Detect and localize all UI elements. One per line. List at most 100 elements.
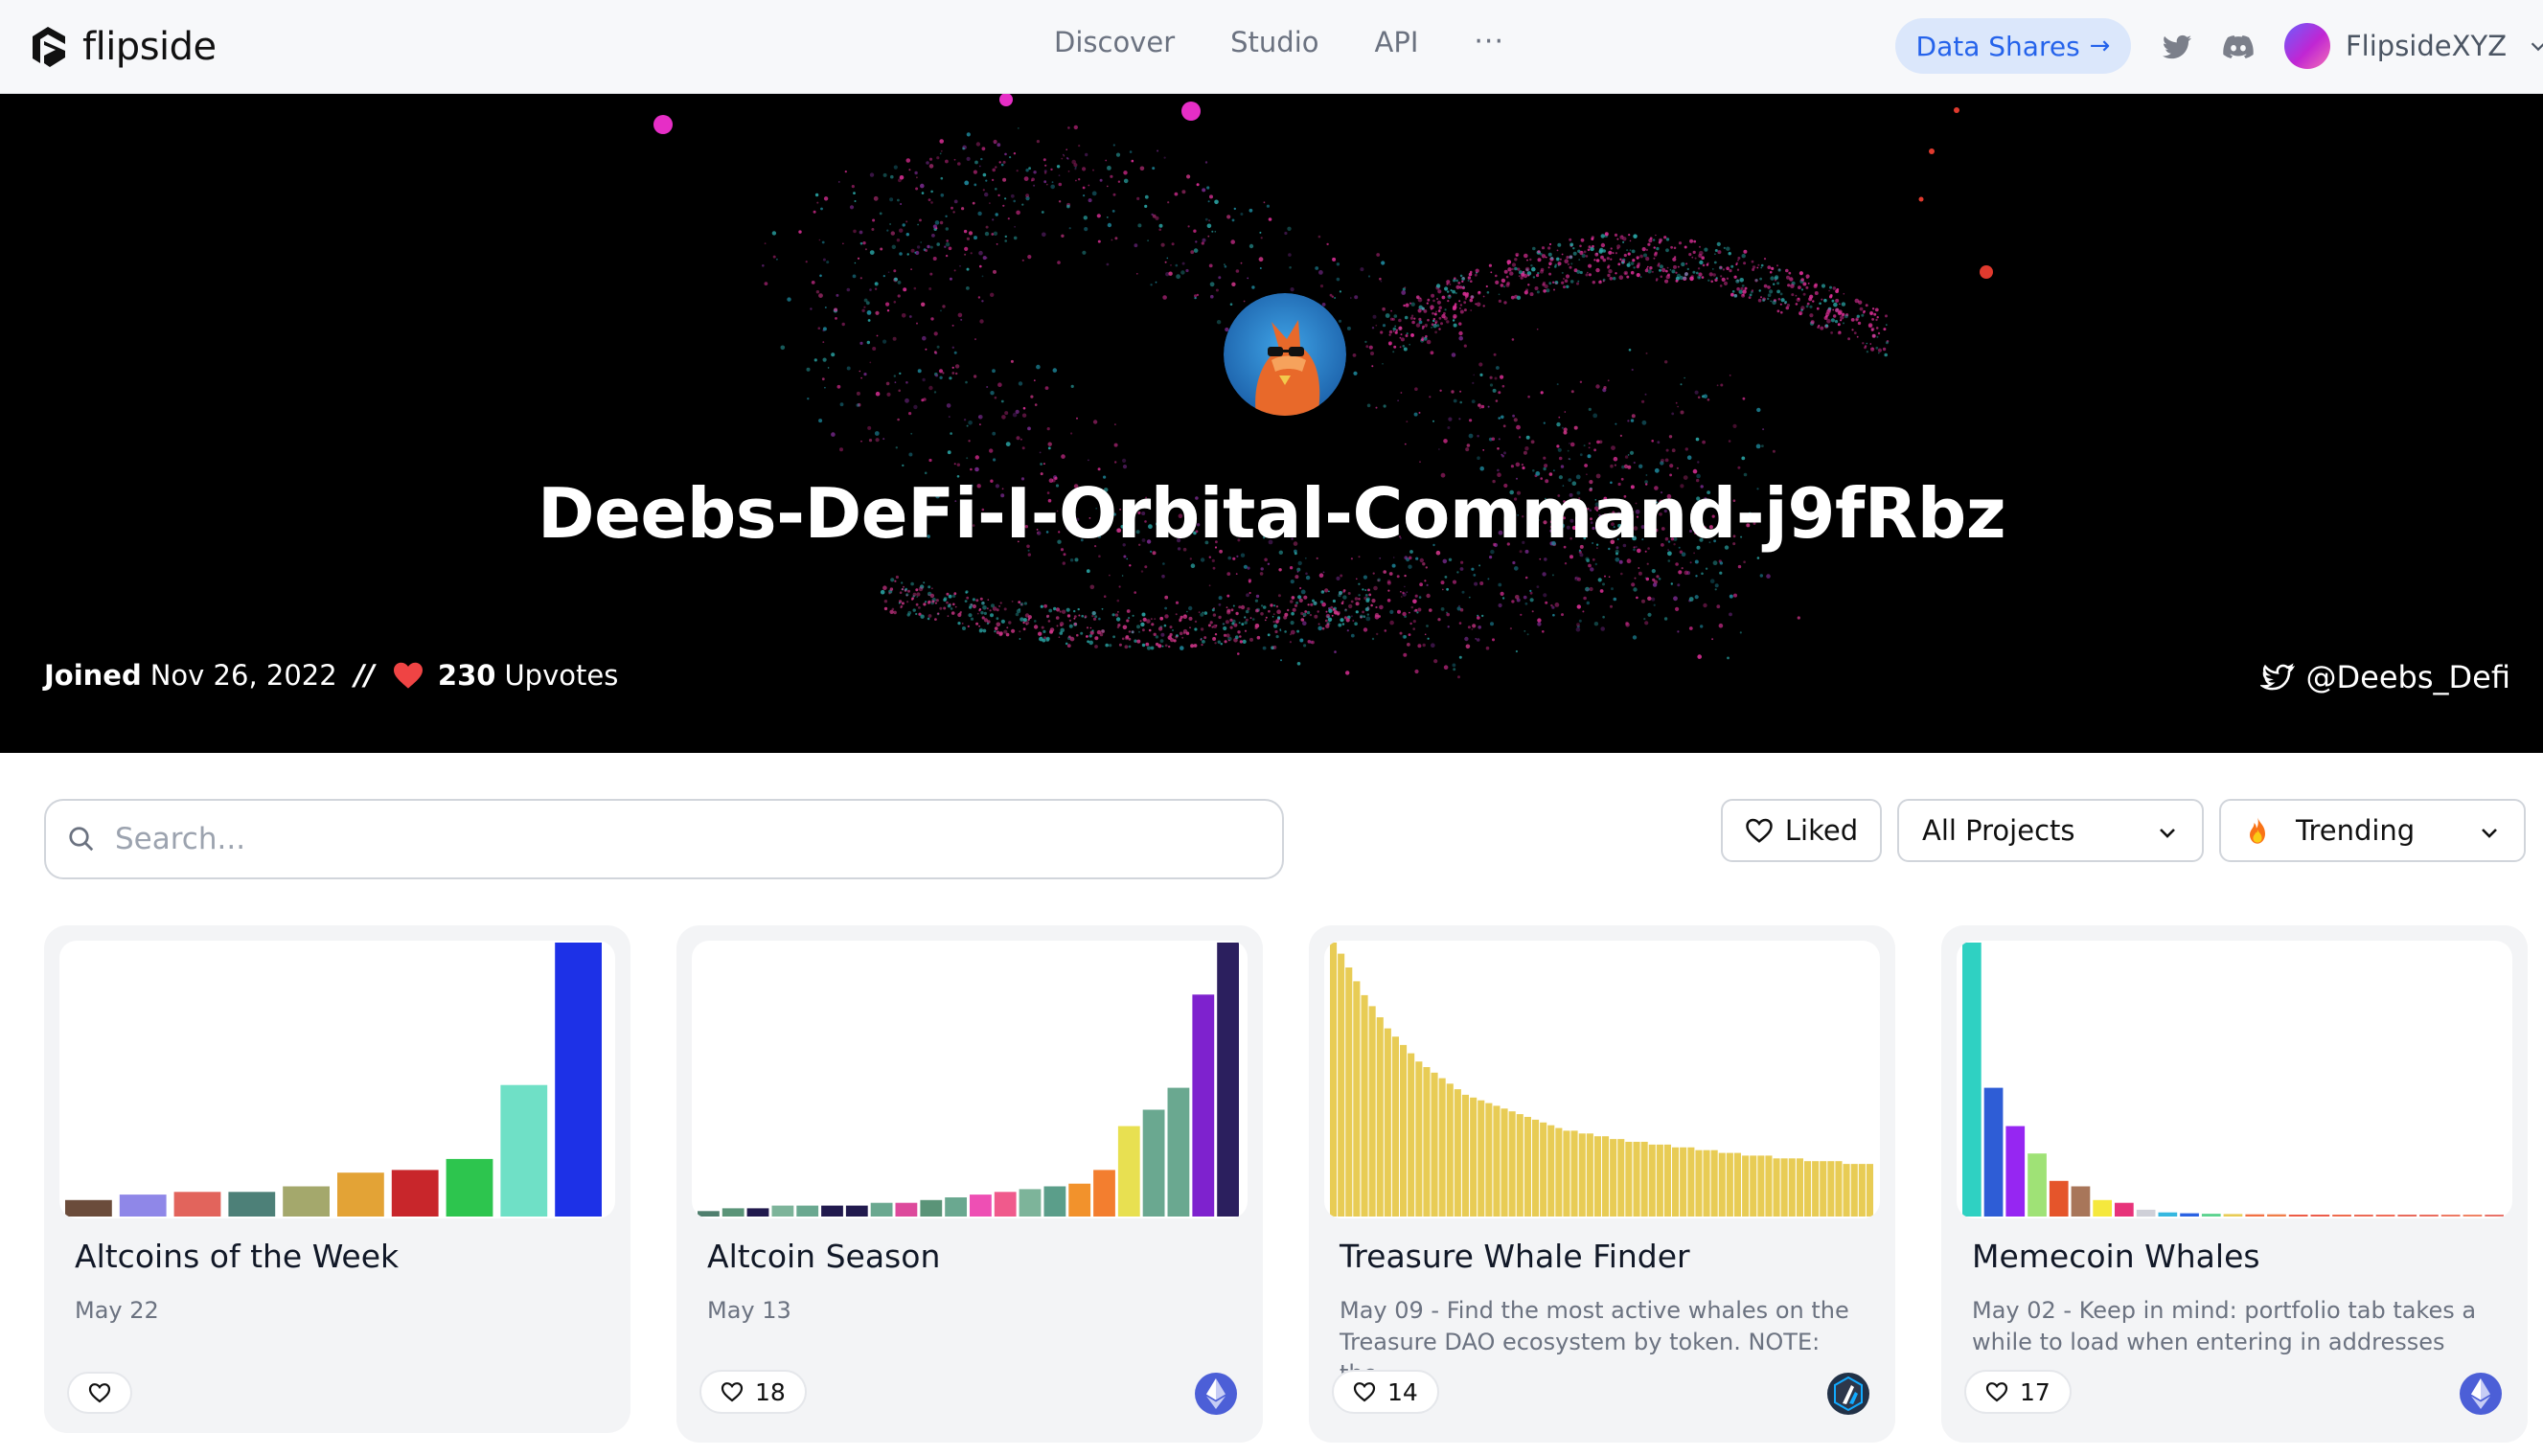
nav-link-discover[interactable]: Discover: [1054, 26, 1175, 58]
dashboard-card[interactable]: Altcoin Season May 13 18: [676, 925, 1263, 1443]
user-menu[interactable]: FlipsideXYZ: [2284, 23, 2543, 69]
thumbnail-bar: [65, 1199, 112, 1217]
nav-link-studio[interactable]: Studio: [1230, 26, 1318, 58]
dashboard-thumbnail: [1957, 941, 2512, 1218]
thumbnail-bar: [1540, 1122, 1547, 1217]
liked-label: Liked: [1784, 814, 1859, 847]
profile-banner: Deebs-DeFi-I-Orbital-Command-j9fRbz Join…: [0, 94, 2543, 753]
thumbnail-bar: [500, 1084, 548, 1217]
thumbnail-bar-chart: [65, 943, 602, 1217]
dashboard-card[interactable]: Memecoin Whales May 02 - Keep in mind: p…: [1941, 925, 2528, 1443]
flipside-logo[interactable]: flipside: [27, 21, 217, 73]
thumbnail-bar: [1866, 1164, 1873, 1217]
thumbnail-bar: [1547, 1125, 1555, 1217]
dashboard-date-description: May 22: [75, 1297, 159, 1324]
thumbnail-bar: [1501, 1108, 1508, 1217]
sort-select[interactable]: Trending: [2219, 799, 2526, 862]
thumbnail-bar-chart: [1962, 943, 2504, 1217]
dashboard-thumbnail: [692, 941, 1248, 1218]
thumbnail-bar: [698, 1211, 720, 1217]
twitter-icon[interactable]: [2160, 30, 2194, 64]
thumbnail-bar: [1563, 1130, 1570, 1217]
thumbnail-bar: [283, 1186, 330, 1217]
thumbnail-bar: [1780, 1158, 1788, 1217]
thumbnail-bar: [1633, 1142, 1640, 1217]
thumbnail-bar: [796, 1205, 819, 1217]
thumbnail-bar: [2267, 1214, 2286, 1217]
thumbnail-bar: [722, 1208, 745, 1217]
liked-filter-button[interactable]: Liked: [1721, 799, 1882, 862]
thumbnail-bar: [1093, 1170, 1115, 1217]
thumbnail-bar: [1820, 1161, 1827, 1217]
thumbnail-bar: [1019, 1189, 1042, 1217]
fire-icon: [2250, 816, 2265, 844]
thumbnail-bar: [446, 1158, 493, 1217]
dashboard-card[interactable]: Treasure Whale Finder May 09 - Find the …: [1309, 925, 1895, 1443]
thumbnail-bar: [1788, 1158, 1796, 1217]
more-menu-icon[interactable]: ···: [1474, 25, 1504, 58]
like-count: 18: [755, 1377, 786, 1406]
data-shares-button[interactable]: Data Shares →: [1895, 18, 2131, 74]
thumbnail-bar: [1827, 1161, 1835, 1217]
thumbnail-bar: [1733, 1152, 1741, 1217]
discord-icon[interactable]: [2221, 30, 2256, 64]
brand-name: flipside: [82, 25, 217, 69]
thumbnail-bar: [1470, 1097, 1478, 1217]
thumbnail-bar: [555, 943, 602, 1217]
thumbnail-bar: [2223, 1214, 2243, 1217]
thumbnail-bar: [1338, 953, 1345, 1217]
like-button[interactable]: 14: [1332, 1370, 1439, 1414]
thumbnail-bar: [2093, 1199, 2112, 1217]
like-button[interactable]: 17: [1964, 1370, 2072, 1414]
heart-outline-icon: [1746, 818, 1773, 843]
thumbnail-bar: [1773, 1158, 1780, 1217]
thumbnail-bar: [1192, 994, 1215, 1217]
dashboard-title: Memecoin Whales: [1972, 1238, 2260, 1275]
search-input[interactable]: [115, 822, 1217, 856]
thumbnail-bar: [2158, 1212, 2178, 1217]
heart-outline-icon: [88, 1383, 111, 1403]
particle-dot: [1980, 265, 1993, 279]
search-box[interactable]: [44, 799, 1284, 879]
thumbnail-bar: [1695, 1149, 1703, 1217]
chevron-down-icon: [2482, 829, 2497, 838]
thumbnail-bar: [1610, 1139, 1617, 1217]
thumbnail-bar: [994, 1192, 1017, 1217]
thumbnail-bar: [1663, 1144, 1671, 1217]
thumbnail-bar: [1850, 1164, 1858, 1217]
thumbnail-bar-chart: [1330, 943, 1873, 1217]
thumbnail-bar: [1117, 1126, 1140, 1217]
chevron-down-icon: [2160, 829, 2175, 838]
thumbnail-bar: [746, 1208, 769, 1217]
arbitrum-icon: [1827, 1373, 1869, 1415]
twitter-handle-link[interactable]: @Deebs_Defi: [2259, 659, 2510, 695]
thumbnail-bar: [1524, 1117, 1531, 1217]
thumbnail-bar: [1361, 994, 1368, 1217]
thumbnail-bar: [2136, 1209, 2156, 1217]
thumbnail-bar: [1400, 1044, 1408, 1217]
thumbnail-bar: [945, 1197, 967, 1217]
chevron-down-icon: [2531, 42, 2543, 52]
dashboard-thumbnail: [59, 941, 615, 1218]
projects-select[interactable]: All Projects: [1897, 799, 2204, 862]
thumbnail-bar: [2180, 1213, 2199, 1217]
thumbnail-bar: [119, 1194, 167, 1217]
dashboard-date-description: May 02 - Keep in mind: portfolio tab tak…: [1972, 1297, 2477, 1355]
joined-date: Nov 26, 2022: [149, 659, 337, 692]
thumbnail-bar: [845, 1205, 868, 1217]
like-button[interactable]: 18: [699, 1370, 807, 1414]
nav-link-api[interactable]: API: [1375, 26, 1419, 58]
thumbnail-bar: [1765, 1155, 1773, 1217]
twitter-handle: @Deebs_Defi: [2305, 659, 2510, 695]
thumbnail-bar: [1718, 1152, 1726, 1217]
like-button[interactable]: [67, 1372, 132, 1414]
thumbnail-bar: [1804, 1161, 1812, 1217]
particle-dot: [1181, 102, 1201, 121]
upvotes-count: 230: [437, 659, 496, 692]
heart-outline-icon: [721, 1382, 744, 1402]
thumbnail-bar: [771, 1205, 794, 1217]
dashboard-card[interactable]: Altcoins of the Week May 22: [44, 925, 630, 1433]
thumbnail-bar: [970, 1194, 992, 1217]
profile-avatar: [1224, 293, 1346, 416]
thumbnail-bar: [1680, 1147, 1687, 1217]
